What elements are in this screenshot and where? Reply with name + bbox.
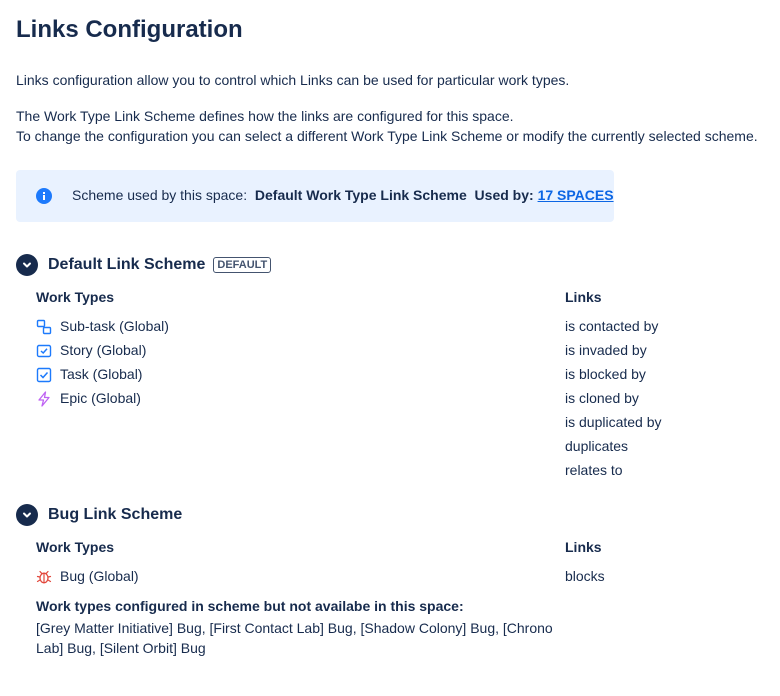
banner-label: Scheme used by this space:: [72, 187, 248, 203]
intro-text: Links configuration allow you to control…: [16, 72, 570, 88]
used-by-spaces-link[interactable]: 17 SPACES: [538, 187, 614, 203]
work-type-label: Epic (Global): [60, 390, 141, 406]
links-header: Links: [565, 289, 602, 305]
work-type-label: Bug (Global): [60, 568, 139, 584]
chevron-down-icon[interactable]: [16, 254, 38, 276]
link-item: is duplicated by: [565, 414, 662, 430]
epic-icon: [36, 390, 52, 407]
work-type-label: Task (Global): [60, 366, 143, 382]
work-types-header: Work Types: [36, 539, 115, 555]
link-item: blocks: [565, 568, 605, 584]
unavailable-work-types-list: [Grey Matter Initiative] Bug, [First Con…: [36, 620, 553, 656]
scheme-header-default: Default Link Scheme DEFAULT: [16, 254, 272, 276]
work-type-item: Task (Global): [36, 362, 142, 386]
task-icon: [36, 366, 52, 383]
info-icon: [36, 188, 52, 204]
work-type-label: Sub-task (Global): [60, 318, 169, 334]
banner-scheme-name: Default Work Type Link Scheme: [254, 187, 467, 203]
work-types-header: Work Types: [36, 289, 115, 305]
banner-used-by-label: Used by:: [474, 187, 534, 203]
unavailable-work-types-title: Work types configured in scheme but not …: [36, 598, 464, 614]
story-icon: [36, 342, 52, 358]
scheme-name: Default Link Scheme: [48, 256, 206, 273]
link-item: relates to: [565, 462, 623, 478]
link-item: is invaded by: [565, 342, 647, 358]
work-type-label: Story (Global): [60, 342, 147, 358]
work-type-item: Epic (Global): [36, 386, 141, 410]
banner-text: Scheme used by this space: Default Work …: [72, 187, 614, 203]
subtask-icon: [36, 318, 52, 335]
link-item: is cloned by: [565, 390, 639, 406]
links-header: Links: [565, 539, 602, 555]
scheme-info-banner: Scheme used by this space: Default Work …: [16, 170, 614, 222]
description-line-2: To change the configuration you can sele…: [16, 128, 758, 144]
description-line-1: The Work Type Link Scheme defines how th…: [16, 108, 514, 124]
work-type-item: Bug (Global): [36, 564, 139, 588]
link-item: duplicates: [565, 438, 629, 454]
default-badge: DEFAULT: [213, 257, 272, 273]
work-type-item: Story (Global): [36, 338, 146, 362]
page-title: Links Configuration: [16, 16, 243, 43]
bug-icon: [36, 568, 52, 584]
work-type-item: Sub-task (Global): [36, 314, 169, 338]
link-item: is contacted by: [565, 318, 659, 334]
scheme-name: Bug Link Scheme: [48, 506, 183, 523]
chevron-down-icon[interactable]: [16, 504, 38, 526]
link-item: is blocked by: [565, 366, 646, 382]
scheme-header-bug: Bug Link Scheme: [16, 504, 182, 526]
